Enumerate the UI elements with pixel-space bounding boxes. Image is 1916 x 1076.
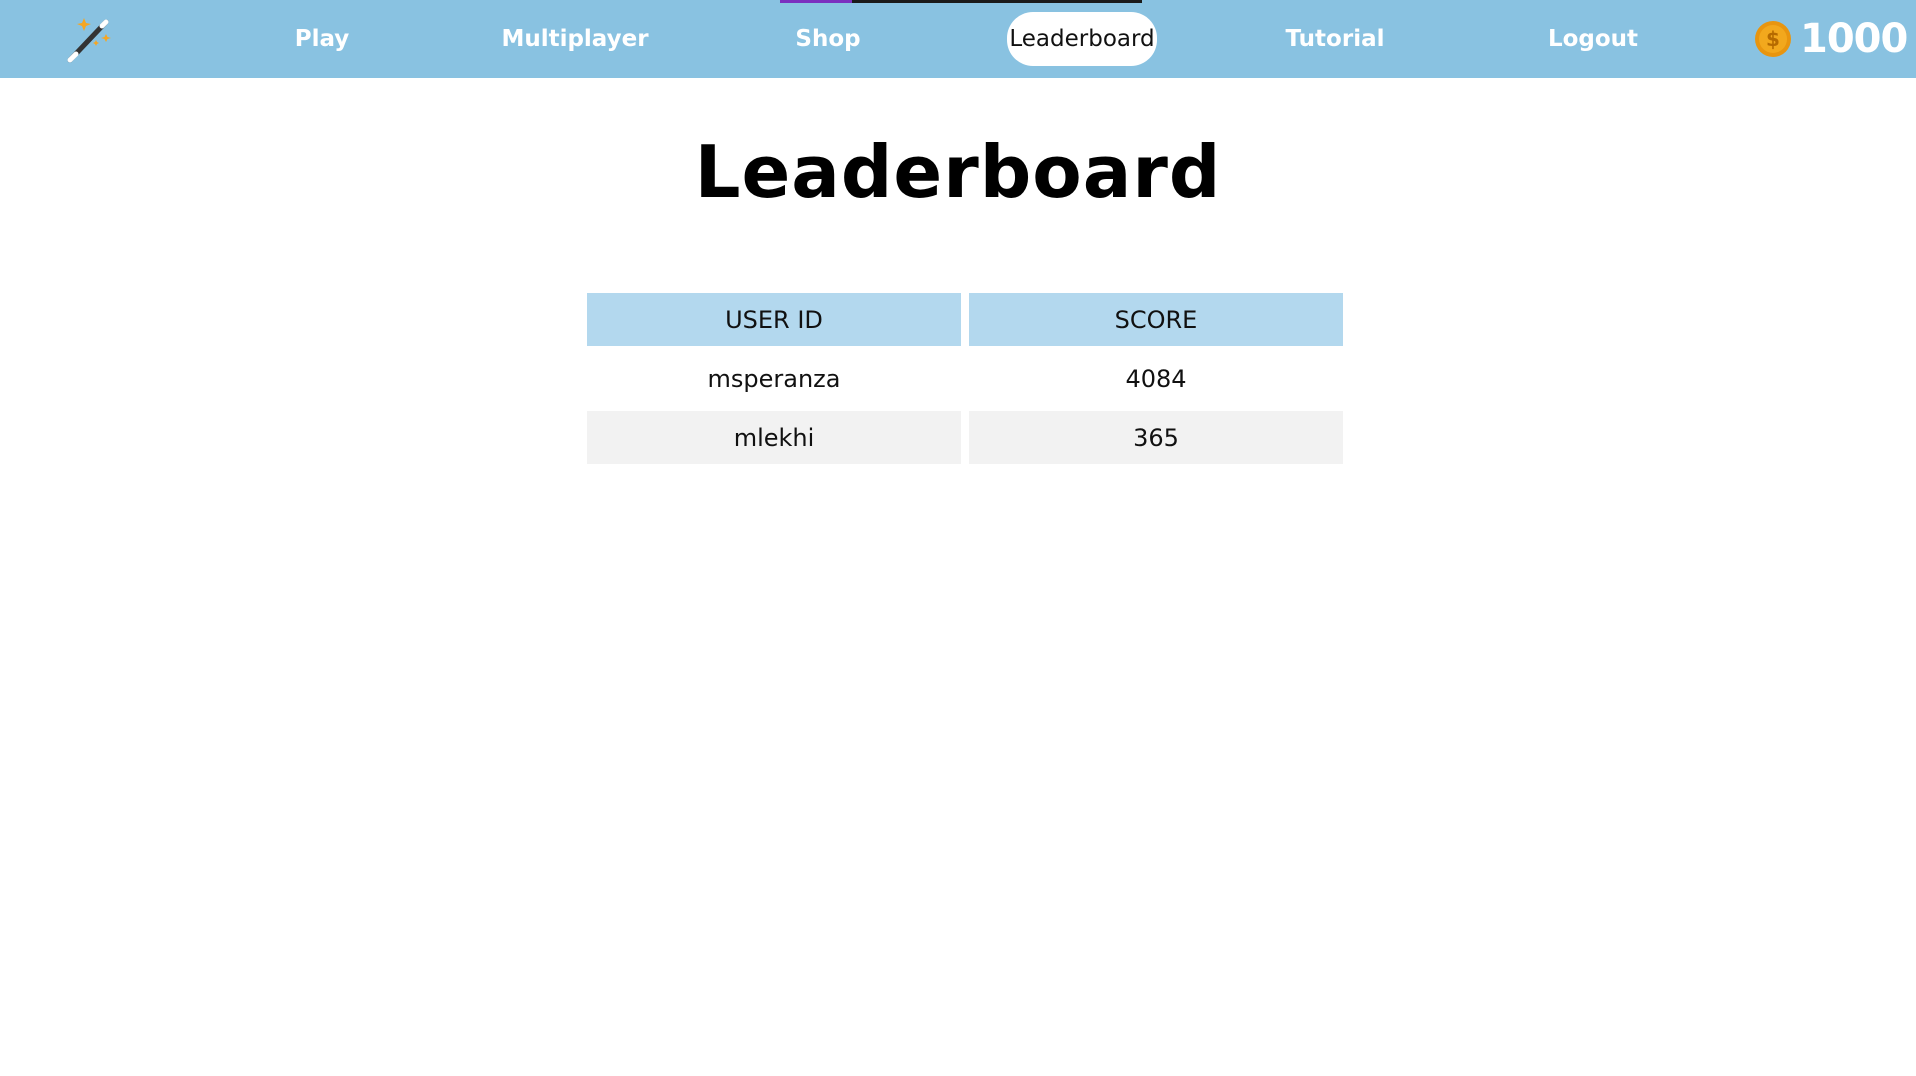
leaderboard-table: USER ID SCORE msperanza 4084 mlekhi 365 <box>579 287 1351 470</box>
nav-shop[interactable]: Shop <box>788 12 868 66</box>
nav-tutorial[interactable]: Tutorial <box>1284 12 1386 66</box>
column-header-score[interactable]: SCORE <box>969 293 1343 346</box>
coin-symbol: $ <box>1766 27 1780 51</box>
nav-logout[interactable]: Logout <box>1543 12 1643 66</box>
coin-balance: $ 1000 <box>1754 12 1908 66</box>
user-id-cell: mlekhi <box>587 411 961 464</box>
table-row: mlekhi 365 <box>587 411 1343 464</box>
nav-play[interactable]: Play <box>286 12 358 66</box>
table-header-row: USER ID SCORE <box>587 293 1343 346</box>
column-header-user-id[interactable]: USER ID <box>587 293 961 346</box>
score-cell: 4084 <box>969 352 1343 405</box>
loading-progress-bar <box>780 0 1142 3</box>
nav-leaderboard[interactable]: Leaderboard <box>1007 12 1157 66</box>
nav-multiplayer[interactable]: Multiplayer <box>500 12 650 66</box>
page-title: Leaderboard <box>694 130 1222 214</box>
coin-amount: 1000 <box>1800 16 1908 62</box>
table-row: msperanza 4084 <box>587 352 1343 405</box>
user-id-cell: msperanza <box>587 352 961 405</box>
top-navbar: Play Multiplayer Shop Leaderboard Tutori… <box>0 0 1916 78</box>
coin-icon: $ <box>1754 20 1792 58</box>
loading-progress-fill <box>780 0 852 3</box>
score-cell: 365 <box>969 411 1343 464</box>
magic-wand-icon[interactable] <box>62 14 118 64</box>
